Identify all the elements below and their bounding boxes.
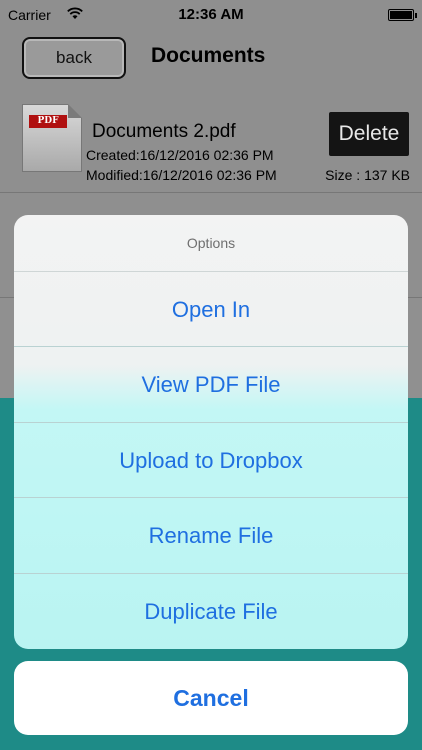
file-size: Size : 137 KB — [325, 167, 410, 183]
navigation-bar: back Documents — [0, 32, 422, 88]
upload-dropbox-option[interactable]: Upload to Dropbox — [14, 423, 408, 499]
file-name: Documents 2.pdf — [92, 121, 236, 142]
rename-file-option[interactable]: Rename File — [14, 498, 408, 574]
action-sheet-title: Options — [14, 215, 408, 272]
options-action-sheet: Options Open In View PDF File Upload to … — [14, 215, 408, 649]
view-pdf-option[interactable]: View PDF File — [14, 347, 408, 423]
cancel-button[interactable]: Cancel — [14, 661, 408, 735]
open-in-option[interactable]: Open In — [14, 272, 408, 348]
pdf-icon-tag: PDF — [29, 115, 67, 128]
file-row[interactable]: PDF Documents 2.pdf Created:16/12/2016 0… — [0, 88, 422, 193]
file-created-date: Created:16/12/2016 02:36 PM — [86, 147, 274, 163]
pdf-file-icon: PDF — [22, 104, 82, 172]
duplicate-file-option[interactable]: Duplicate File — [14, 574, 408, 649]
page-title: Documents — [151, 44, 266, 67]
status-time: 12:36 AM — [178, 6, 244, 23]
battery-icon — [388, 9, 417, 21]
status-bar: Carrier 12:36 AM — [0, 0, 422, 32]
delete-button[interactable]: Delete — [329, 112, 409, 156]
back-button[interactable]: back — [22, 37, 126, 79]
file-modified-date: Modified:16/12/2016 02:36 PM — [86, 167, 277, 183]
